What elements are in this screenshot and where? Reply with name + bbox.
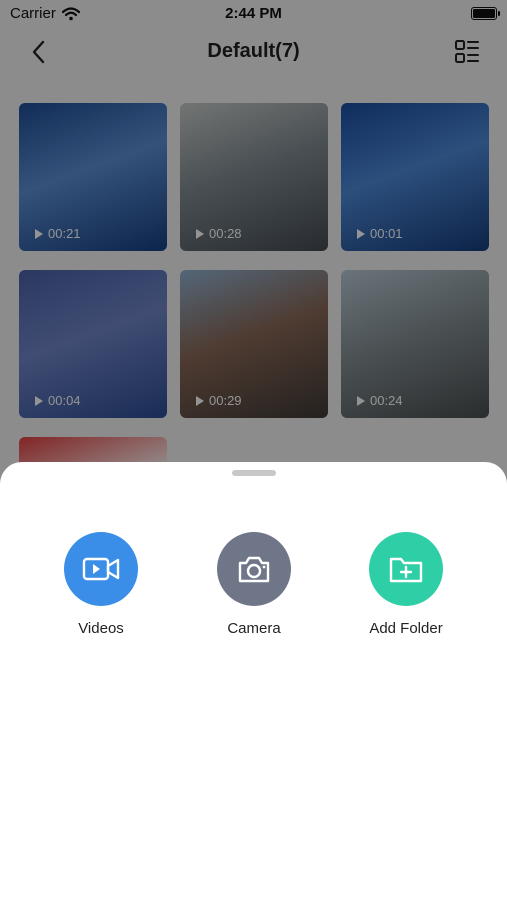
video-camera-icon bbox=[82, 557, 120, 581]
camera-action-label: Camera bbox=[227, 620, 281, 637]
camera-action-circle[interactable] bbox=[217, 532, 291, 606]
videos-action-circle[interactable] bbox=[64, 532, 138, 606]
videos-action-label: Videos bbox=[78, 620, 124, 637]
videos-action-button[interactable]: Videos bbox=[31, 532, 171, 637]
camera-icon bbox=[238, 556, 270, 583]
drag-handle[interactable] bbox=[232, 470, 276, 476]
folder-add-icon bbox=[389, 557, 423, 583]
action-sheet: Videos Camera Add Folder bbox=[0, 462, 507, 900]
add-folder-action-button[interactable]: Add Folder bbox=[336, 532, 476, 637]
add-folder-action-circle[interactable] bbox=[369, 532, 443, 606]
camera-action-button[interactable]: Camera bbox=[184, 532, 324, 637]
add-folder-action-label: Add Folder bbox=[369, 620, 443, 637]
